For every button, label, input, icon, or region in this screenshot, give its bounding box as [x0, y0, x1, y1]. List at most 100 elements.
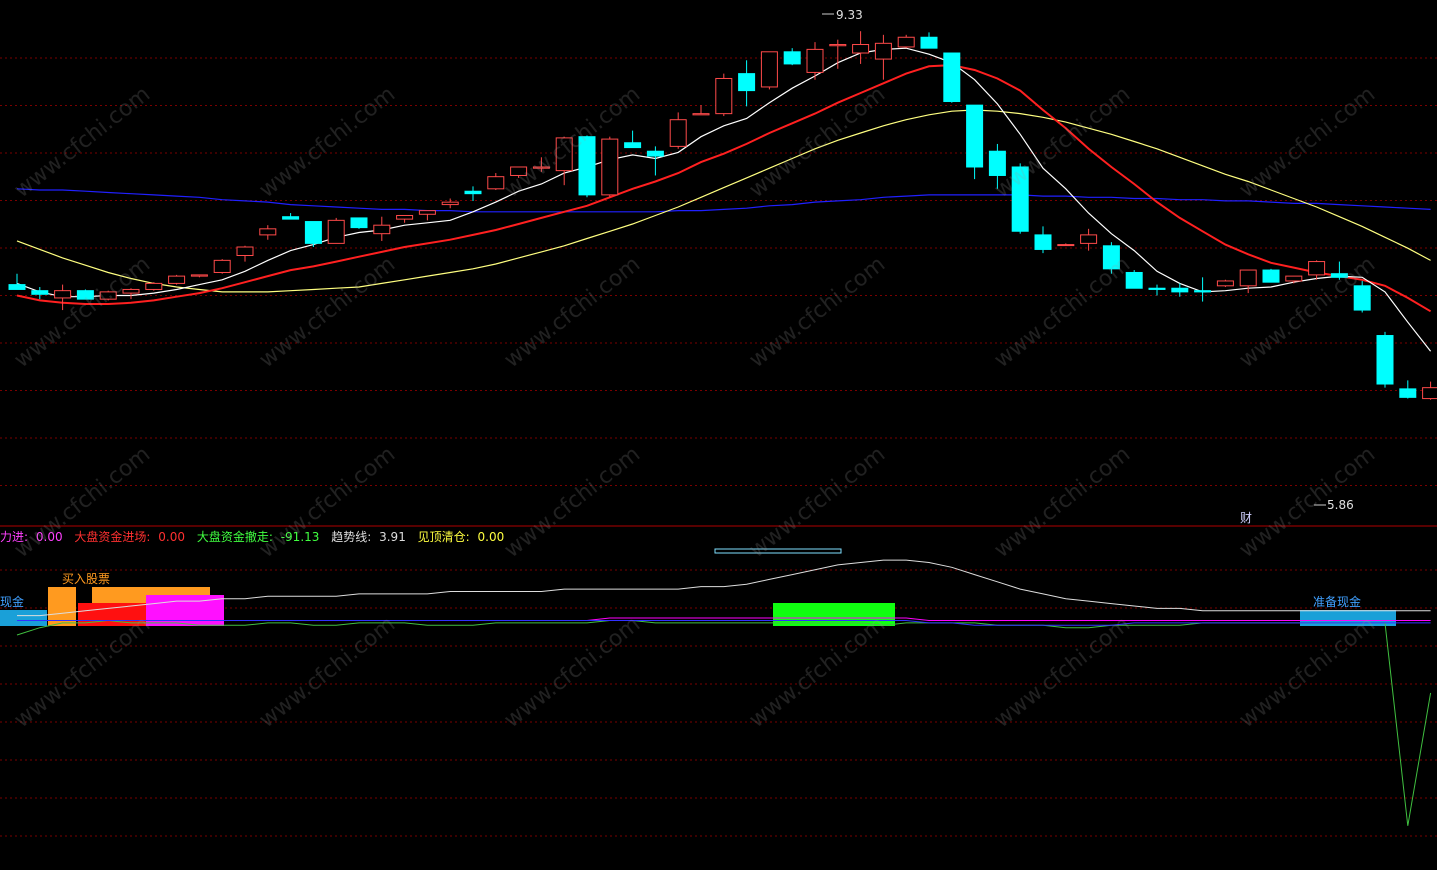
legend-trend-line: 趋势线: 3.91	[331, 530, 406, 544]
candle	[1057, 243, 1075, 247]
candle-body	[988, 150, 1006, 176]
grid-lines	[0, 57, 1437, 837]
candle-body	[122, 288, 140, 294]
candle	[327, 217, 345, 244]
candle-body	[646, 150, 664, 157]
candle	[487, 173, 505, 191]
candle-body	[669, 119, 687, 147]
candle	[1148, 284, 1166, 296]
candle-body	[54, 290, 72, 299]
candle-body	[99, 291, 117, 300]
indicator-panel	[0, 548, 1432, 826]
candle	[396, 214, 414, 223]
candle	[1034, 226, 1052, 254]
candle-body	[8, 284, 26, 290]
candle	[920, 32, 938, 49]
candle	[31, 287, 49, 300]
ma60-line	[16, 188, 1431, 213]
candle-body	[601, 138, 619, 196]
candle	[441, 198, 459, 209]
candle	[988, 143, 1006, 189]
indicator-trend-line	[17, 559, 1431, 617]
candle-body	[1057, 244, 1075, 247]
candle	[601, 136, 619, 198]
candle-body	[1285, 275, 1303, 282]
candle-body	[1102, 245, 1120, 270]
candle-body	[213, 259, 231, 273]
candle-body	[1171, 287, 1189, 293]
candle-body	[282, 216, 300, 220]
candle-body	[852, 44, 870, 54]
buy-signal-label: 买入股票	[62, 572, 110, 586]
candle	[715, 73, 733, 117]
candle	[122, 288, 140, 300]
candle	[99, 290, 117, 301]
candle-body	[1216, 280, 1234, 287]
candle	[760, 51, 778, 90]
candle-body	[532, 166, 550, 169]
candle-body	[806, 48, 824, 73]
candle	[1376, 331, 1394, 388]
candle-body	[396, 214, 414, 220]
candle-body	[1148, 287, 1166, 290]
indicator-green-line	[16, 619, 1432, 826]
candle-body	[1125, 271, 1143, 289]
candle	[418, 210, 436, 221]
candle	[464, 186, 482, 201]
finance-marker: 财	[1240, 511, 1252, 525]
candle	[624, 130, 642, 149]
candle-body	[578, 136, 596, 196]
legend-jianding-qingcang: 见顶清仓: 0.00	[417, 530, 505, 544]
candle	[1399, 380, 1417, 399]
candle-body	[190, 274, 208, 277]
legend-li-jin: 力进: 0.00	[0, 530, 63, 544]
candle-body	[373, 224, 391, 235]
candle	[669, 112, 687, 149]
cash-bar-right	[1300, 610, 1396, 626]
top-warning-box	[714, 548, 842, 554]
candle-body	[783, 51, 801, 65]
candle	[829, 39, 847, 69]
candle	[1262, 268, 1280, 283]
candle-body	[1330, 273, 1348, 278]
candle-body	[1422, 387, 1437, 400]
candle	[282, 213, 300, 220]
indicator-legend: 力进: 0.00 大盘资金进场: 0.00 大盘资金撤走: -91.13 趋势线…	[0, 528, 512, 545]
candle	[373, 216, 391, 241]
candle	[304, 221, 322, 248]
chart-stage: 9.33 5.86 财 现金 买入股票 准备现金	[0, 8, 1437, 837]
candle-body	[1194, 290, 1212, 293]
candle-body	[304, 221, 322, 244]
candle-body	[259, 228, 277, 236]
candle	[897, 34, 915, 49]
candle-body	[555, 137, 573, 172]
candle	[555, 136, 573, 186]
candle-body	[920, 36, 938, 49]
candle	[1239, 269, 1257, 294]
candle-body	[829, 44, 847, 47]
candle-body	[897, 36, 915, 48]
candle	[852, 31, 870, 64]
candle-body	[715, 77, 733, 115]
candle	[692, 105, 710, 116]
candle-body	[738, 73, 756, 92]
candle	[1216, 279, 1234, 288]
candle	[943, 52, 961, 103]
candle-body	[1239, 269, 1257, 287]
candle	[54, 284, 72, 311]
candle	[236, 245, 254, 262]
candle	[1330, 261, 1348, 280]
candle	[806, 42, 824, 80]
candle-body	[145, 282, 163, 290]
candle	[646, 146, 664, 176]
candle	[1102, 242, 1120, 274]
candle-body	[236, 246, 254, 256]
candle-body	[1080, 234, 1098, 244]
candle-body	[966, 104, 984, 168]
candle-body	[76, 290, 94, 300]
candle	[783, 48, 801, 66]
candle	[1422, 381, 1437, 400]
candle	[76, 289, 94, 300]
candle	[168, 274, 186, 285]
candle-body	[760, 51, 778, 88]
